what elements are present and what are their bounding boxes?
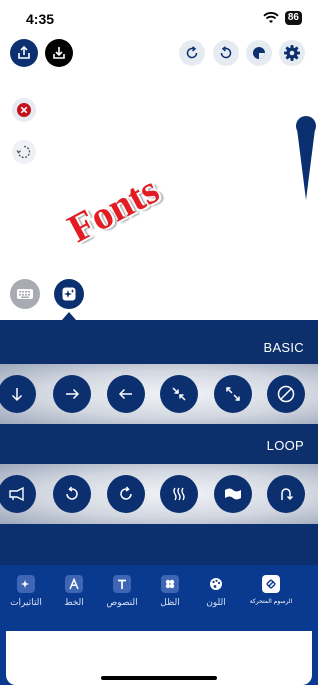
tab-color-label: اللون bbox=[206, 598, 226, 608]
palette-icon bbox=[207, 575, 225, 593]
anim-trumpet-button[interactable] bbox=[0, 475, 36, 513]
anim-move-left-button[interactable] bbox=[107, 375, 145, 413]
settings-button[interactable] bbox=[279, 40, 305, 66]
undo-button[interactable] bbox=[213, 40, 239, 66]
wifi-icon bbox=[263, 12, 279, 23]
share-icon bbox=[18, 45, 30, 59]
close-icon bbox=[17, 103, 31, 117]
basic-animations-row bbox=[0, 364, 318, 424]
size-slider[interactable] bbox=[295, 115, 317, 200]
tab-color[interactable]: اللون bbox=[190, 575, 242, 608]
arrow-down-icon bbox=[11, 388, 23, 402]
tab-shadow-label: الظل bbox=[160, 598, 180, 608]
tab-texts-label: النصوص bbox=[106, 598, 138, 608]
tab-animation-label: الرسوم المتحركة bbox=[249, 598, 293, 605]
share-button[interactable] bbox=[10, 39, 38, 67]
u-turn-icon bbox=[281, 488, 294, 501]
tab-animation[interactable]: الرسوم المتحركة bbox=[236, 575, 306, 605]
anim-u-turn-button[interactable] bbox=[267, 475, 305, 513]
section-header-loop: LOOP bbox=[0, 425, 318, 465]
tab-effects-label: التاثيرات bbox=[10, 598, 42, 608]
bottom-tab-bar: التاثيرات الخط النصوص الظل اللون الرسوم … bbox=[0, 565, 318, 627]
layer-button[interactable] bbox=[246, 40, 272, 66]
sparkle-sticker-icon bbox=[62, 287, 76, 301]
anim-move-right-button[interactable] bbox=[53, 375, 91, 413]
keyboard-button[interactable] bbox=[10, 279, 40, 309]
anim-flag-button[interactable] bbox=[214, 475, 252, 513]
loop-animations-row bbox=[0, 464, 318, 524]
wave-icon bbox=[173, 487, 185, 501]
effects-icon bbox=[17, 575, 35, 593]
redo-button[interactable] bbox=[179, 40, 205, 66]
section-header-basic: BASIC bbox=[0, 327, 318, 367]
tab-shadow[interactable]: الظل bbox=[144, 575, 196, 608]
anim-expand-button[interactable] bbox=[214, 375, 252, 413]
status-icons: 86 bbox=[263, 11, 302, 25]
reset-button[interactable] bbox=[12, 140, 36, 164]
no-animation-icon bbox=[277, 385, 295, 403]
home-indicator bbox=[101, 676, 217, 680]
trumpet-icon bbox=[9, 486, 24, 502]
font-a-icon bbox=[65, 575, 83, 593]
anim-wave-button[interactable] bbox=[160, 475, 198, 513]
text-t-icon bbox=[113, 575, 131, 593]
redo-icon bbox=[186, 46, 198, 59]
undo-icon bbox=[220, 46, 232, 59]
panel-pointer bbox=[62, 312, 76, 320]
delete-layer-button[interactable] bbox=[12, 98, 36, 122]
tab-font[interactable]: الخط bbox=[48, 575, 100, 608]
canvas-text-layer[interactable]: Fonts bbox=[60, 166, 166, 252]
rotate-ccw-icon bbox=[66, 486, 78, 500]
battery-indicator: 86 bbox=[284, 11, 302, 25]
gear-icon bbox=[284, 45, 300, 61]
flag-icon bbox=[225, 488, 241, 500]
sticker-mode-button[interactable] bbox=[54, 279, 84, 309]
anim-rotate-cw-button[interactable] bbox=[107, 475, 145, 513]
shadow-icon bbox=[161, 575, 179, 593]
layer-icon bbox=[253, 47, 265, 59]
expand-icon bbox=[226, 387, 240, 401]
tab-effects[interactable]: التاثيرات bbox=[0, 575, 52, 608]
download-button[interactable] bbox=[45, 39, 73, 67]
anim-shrink-button[interactable] bbox=[160, 375, 198, 413]
shrink-icon bbox=[172, 387, 186, 401]
reset-icon bbox=[16, 145, 31, 159]
section-label-basic: BASIC bbox=[263, 340, 304, 355]
tab-font-label: الخط bbox=[64, 598, 84, 608]
anim-rotate-ccw-button[interactable] bbox=[53, 475, 91, 513]
status-time: 4:35 bbox=[26, 11, 55, 27]
rotate-cw-icon bbox=[120, 486, 132, 500]
arrow-right-icon bbox=[66, 388, 80, 400]
tab-texts[interactable]: النصوص bbox=[96, 575, 148, 608]
section-label-loop: LOOP bbox=[266, 438, 304, 453]
animation-icon bbox=[262, 575, 280, 593]
anim-move-down-button[interactable] bbox=[0, 375, 36, 413]
status-bar: 4:35 86 bbox=[0, 0, 318, 36]
anim-none-button[interactable] bbox=[267, 375, 305, 413]
arrow-left-icon bbox=[118, 388, 132, 400]
keyboard-icon bbox=[17, 289, 33, 299]
download-icon bbox=[53, 47, 65, 59]
